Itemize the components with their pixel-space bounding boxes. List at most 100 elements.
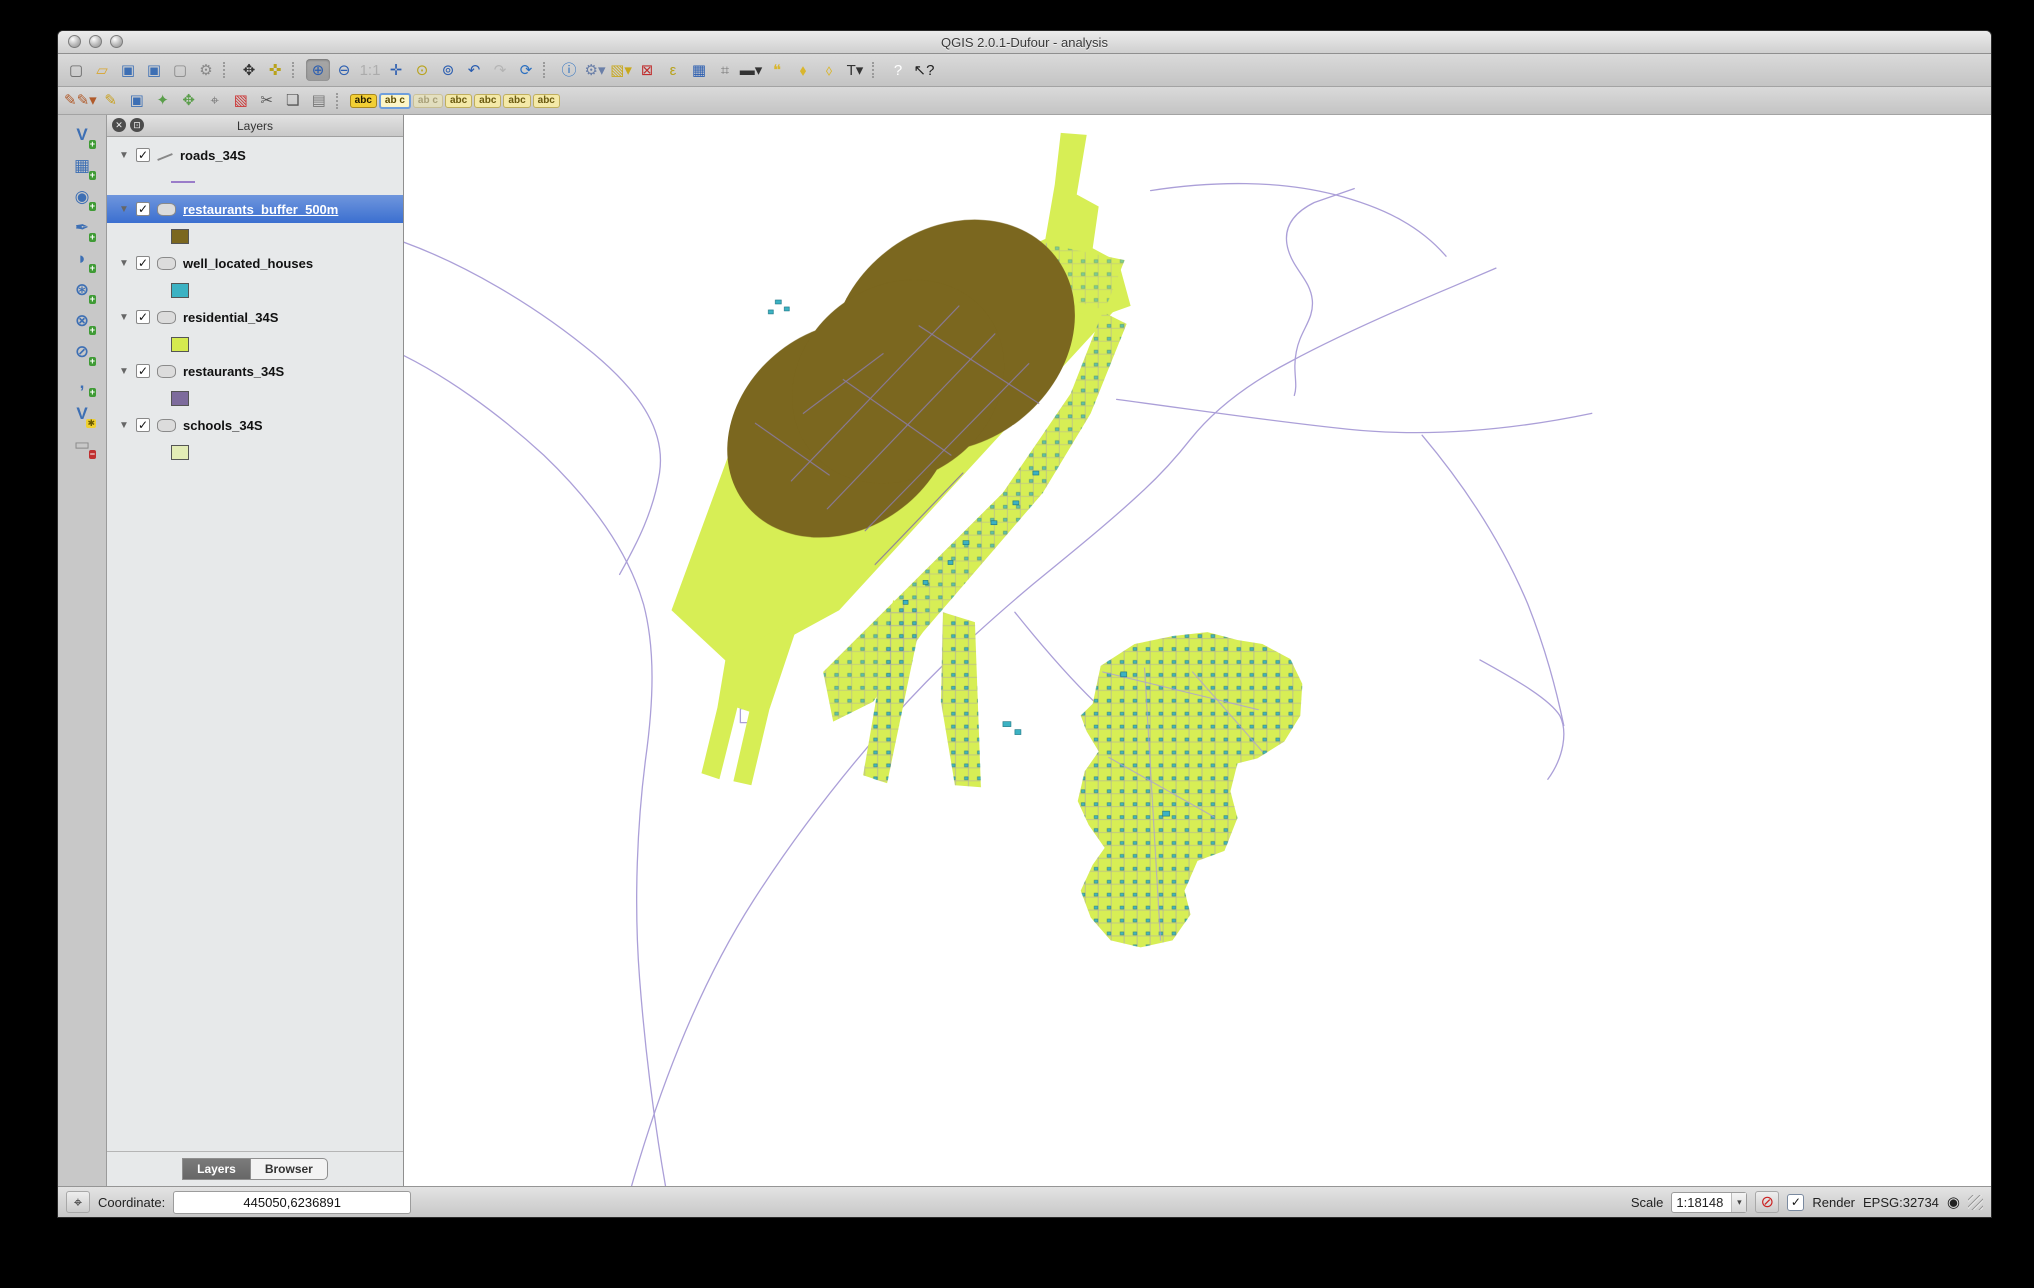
refresh-map-button[interactable]: ⟳ [514, 59, 538, 81]
resize-grip[interactable] [1968, 1195, 1983, 1210]
label-move-button[interactable]: ab c [379, 90, 411, 112]
toolbar-icon: ab c [379, 93, 411, 109]
node-tool-button[interactable]: ⌖ [203, 90, 227, 112]
new-shapefile-button[interactable]: V ✱ [67, 402, 97, 426]
open-project-button[interactable]: ▱ [90, 59, 114, 81]
label-pin-button[interactable]: abc [445, 90, 472, 112]
select-by-expression-button[interactable]: ε [661, 59, 685, 81]
add-raster-layer-button[interactable]: ▦ + [67, 154, 97, 178]
identify-features-button[interactable]: ⓘ [557, 59, 581, 81]
new-composer-button[interactable]: ▢ [168, 59, 192, 81]
zoom-next-button[interactable]: ↷ [488, 59, 512, 81]
render-checkbox[interactable]: ✓ [1787, 1194, 1804, 1211]
zoom-out-button[interactable]: ⊖ [332, 59, 356, 81]
layer-visibility-checkbox[interactable]: ✓ [136, 256, 150, 270]
tab-browser[interactable]: Browser [251, 1158, 328, 1180]
add-vector-layer-button[interactable]: V + [67, 123, 97, 147]
add-feature-button[interactable]: ✦ [151, 90, 175, 112]
save-project-as-button[interactable]: ▣ [142, 59, 166, 81]
map-tips-button[interactable]: ❝ [765, 59, 789, 81]
add-wfs-layer-button[interactable]: ⊘ + [67, 340, 97, 364]
select-features-button[interactable]: ▧▾ [609, 59, 633, 81]
delete-selected-button[interactable]: ▧ [229, 90, 253, 112]
epsg-status: EPSG:32734 [1863, 1195, 1939, 1210]
copy-features-button[interactable]: ❏ [281, 90, 305, 112]
toggle-editing-button[interactable]: ✎ [99, 90, 123, 112]
deselect-features-button[interactable]: ⊠ [635, 59, 659, 81]
toolbar-icon: ▦ [692, 63, 706, 78]
crs-status-icon[interactable]: ◉ [1947, 1193, 1960, 1211]
add-wcs-layer-button[interactable]: ⊗ + [67, 309, 97, 333]
layer-row[interactable]: ▼ ✓ residential_34S [107, 303, 403, 331]
composer-manager-button[interactable]: ⚙ [194, 59, 218, 81]
help-contents-button[interactable]: ? [886, 59, 910, 81]
attribute-table-button[interactable]: ▦ [687, 59, 711, 81]
layer-row[interactable]: ▼ ✓ restaurants_34S [107, 357, 403, 385]
layer-visibility-checkbox[interactable]: ✓ [136, 202, 150, 216]
pan-to-selection-button[interactable]: ✜ [263, 59, 287, 81]
whats-this-button[interactable]: ↖? [912, 59, 936, 81]
zoom-full-button[interactable]: ✛ [384, 59, 408, 81]
label-change-button[interactable]: abc [503, 90, 530, 112]
add-spatialite-layer-button[interactable]: ✒ + [67, 216, 97, 240]
expand-triangle-icon[interactable]: ▼ [119, 150, 129, 161]
panel-close-icon[interactable]: ✕ [112, 118, 126, 132]
chevron-down-icon[interactable]: ▾ [1731, 1193, 1746, 1212]
paste-features-button[interactable]: ▤ [307, 90, 331, 112]
text-annotation-button[interactable]: T▾ [843, 59, 867, 81]
title-bar[interactable]: QGIS 2.0.1-Dufour - analysis [58, 31, 1991, 54]
window-close-button[interactable] [68, 35, 81, 48]
zoom-native-button[interactable]: 1:1 [358, 59, 382, 81]
zoom-in-button[interactable]: ⊕ [306, 59, 330, 81]
panel-float-icon[interactable]: ⊡ [130, 118, 144, 132]
map-canvas[interactable] [404, 115, 1991, 1186]
add-postgis-layer-button[interactable]: ◉ + [67, 185, 97, 209]
toolbar-icon: ▣ [130, 93, 144, 108]
zoom-to-layer-button[interactable]: ⊚ [436, 59, 460, 81]
move-feature-button[interactable]: ✥ [177, 90, 201, 112]
layer-visibility-checkbox[interactable]: ✓ [136, 364, 150, 378]
layers-panel-header[interactable]: ✕ ⊡ Layers [107, 115, 403, 137]
layer-visibility-checkbox[interactable]: ✓ [136, 310, 150, 324]
tab-layers[interactable]: Layers [182, 1158, 251, 1180]
add-wms-layer-button[interactable]: ⊛ + [67, 278, 97, 302]
layers-panel: ✕ ⊡ Layers ▼ ✓ roads_34S [107, 115, 404, 1186]
expand-triangle-icon[interactable]: ▼ [119, 366, 129, 377]
run-feature-action-button[interactable]: ⚙▾ [583, 59, 607, 81]
zoom-to-selection-button[interactable]: ⊙ [410, 59, 434, 81]
expand-triangle-icon[interactable]: ▼ [119, 258, 129, 269]
window-minimize-button[interactable] [89, 35, 102, 48]
add-mssql-layer-button[interactable]: ◗ + [67, 247, 97, 271]
window-zoom-button[interactable] [110, 35, 123, 48]
save-layer-edits-button[interactable]: ▣ [125, 90, 149, 112]
zoom-last-button[interactable]: ↶ [462, 59, 486, 81]
field-calculator-button[interactable]: ⌗ [713, 59, 737, 81]
stop-render-icon[interactable]: ⊘ [1755, 1191, 1779, 1213]
measure-button[interactable]: ▬▾ [739, 59, 763, 81]
expand-triangle-icon[interactable]: ▼ [119, 204, 129, 215]
layer-row[interactable]: ▼ ✓ restaurants_buffer_500m [107, 195, 403, 223]
layer-visibility-checkbox[interactable]: ✓ [136, 148, 150, 162]
add-delimited-text-button[interactable]: , + [67, 371, 97, 395]
label-rotate-button[interactable]: ab c [413, 90, 443, 112]
scale-combo[interactable]: 1:18148 ▾ [1671, 1192, 1747, 1213]
coordinate-input[interactable] [173, 1191, 411, 1214]
label-layer-button[interactable]: abc [350, 90, 377, 112]
layer-visibility-checkbox[interactable]: ✓ [136, 418, 150, 432]
coordinate-capture-icon[interactable]: ⌖ [66, 1191, 90, 1213]
pan-map-button[interactable]: ✥ [237, 59, 261, 81]
new-project-button[interactable]: ▢ [64, 59, 88, 81]
layer-row[interactable]: ▼ ✓ well_located_houses [107, 249, 403, 277]
expand-triangle-icon[interactable]: ▼ [119, 312, 129, 323]
remove-layer-button[interactable]: ▭ − [67, 433, 97, 457]
current-edits-button[interactable]: ✎✎▾ [64, 90, 97, 112]
expand-triangle-icon[interactable]: ▼ [119, 420, 129, 431]
label-properties-button[interactable]: abc [533, 90, 560, 112]
label-show-hide-button[interactable]: abc [474, 90, 501, 112]
layer-row[interactable]: ▼ ✓ roads_34S [107, 141, 403, 169]
show-bookmarks-button[interactable]: ⬨ [817, 59, 841, 81]
new-bookmark-button[interactable]: ⬧ [791, 59, 815, 81]
cut-features-button[interactable]: ✂ [255, 90, 279, 112]
layer-row[interactable]: ▼ ✓ schools_34S [107, 411, 403, 439]
save-project-button[interactable]: ▣ [116, 59, 140, 81]
